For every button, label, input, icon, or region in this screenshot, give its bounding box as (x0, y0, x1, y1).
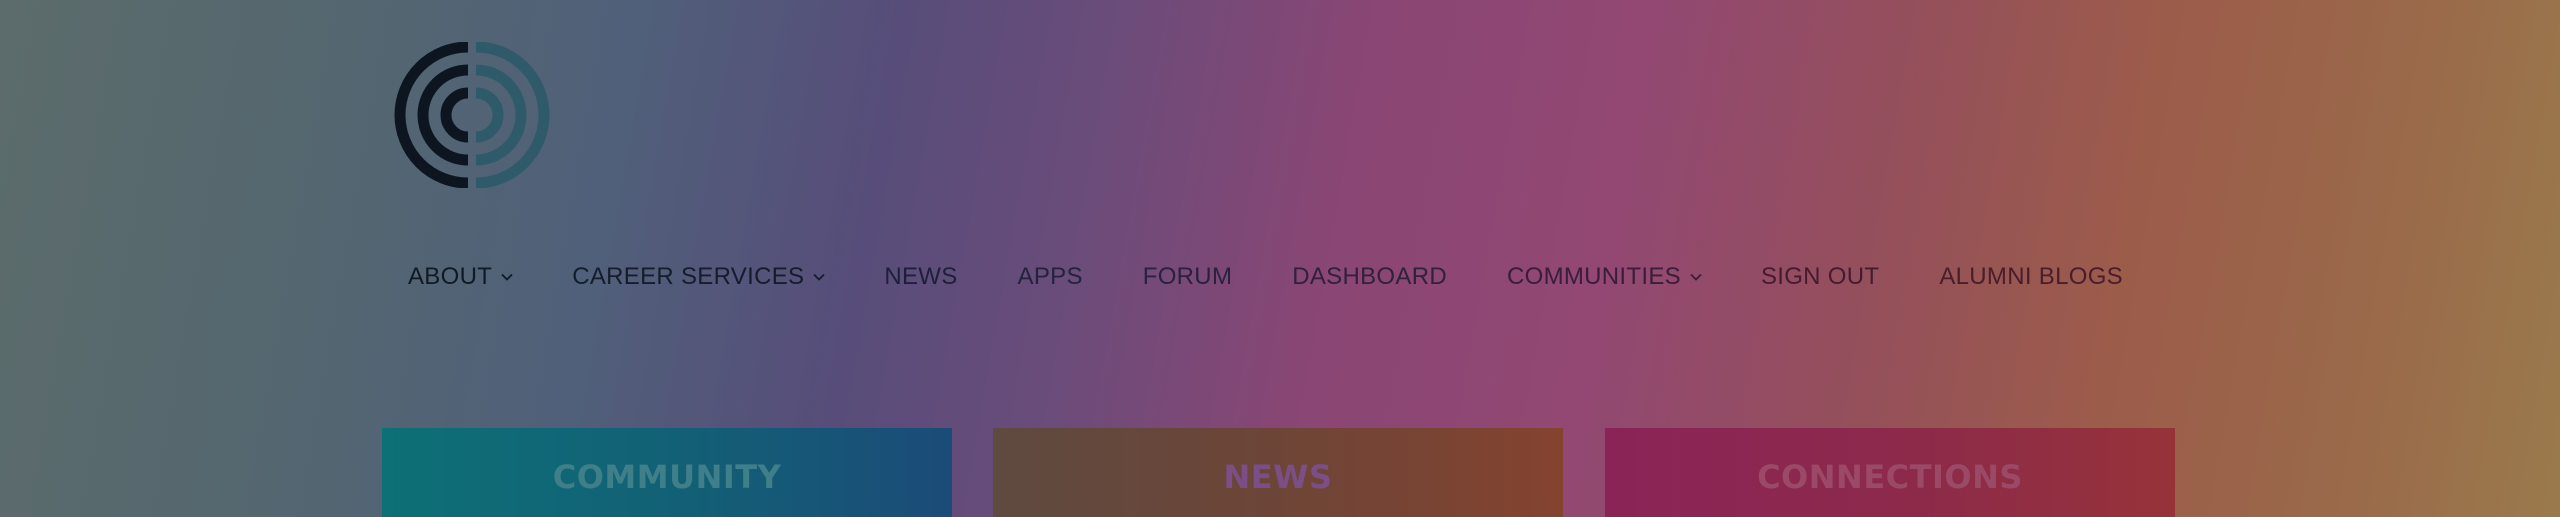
chevron-down-icon (500, 270, 514, 284)
nav-item-sign-out[interactable]: SIGN OUT (1761, 263, 1879, 291)
nav-item-apps[interactable]: APPS (1018, 263, 1083, 291)
nav-item-label: COMMUNITIES (1506, 263, 1681, 290)
nav-item-forum[interactable]: FORUM (1143, 263, 1232, 291)
chevron-down-icon (1689, 270, 1703, 284)
nav-item-alumni-blogs[interactable]: ALUMNI BLOGS (1939, 263, 2123, 291)
nav-item-communities[interactable]: COMMUNITIES (1507, 263, 1703, 291)
site-logo[interactable] (390, 41, 550, 189)
nav-item-label: FORUM (1142, 263, 1233, 290)
main-nav: ABOUT CAREER SERVICES NEWS APPS FORUM DA… (408, 262, 2123, 292)
nav-item-dashboard[interactable]: DASHBOARD (1292, 263, 1447, 291)
news-card[interactable]: NEWS (993, 428, 1563, 517)
nav-item-label: ALUMNI BLOGS (1939, 263, 2123, 290)
nav-item-about[interactable]: ABOUT (408, 263, 514, 291)
nav-item-label: APPS (1017, 263, 1083, 290)
chevron-down-icon (812, 270, 826, 284)
card-title: COMMUNITY (552, 458, 782, 496)
connections-card[interactable]: CONNECTIONS (1605, 428, 2175, 517)
concentric-arcs-logo-icon (394, 41, 550, 189)
nav-item-label: DASHBOARD (1292, 263, 1447, 290)
nav-item-news[interactable]: NEWS (884, 263, 957, 291)
nav-item-label: ABOUT (408, 263, 493, 290)
card-title: CONNECTIONS (1757, 458, 2023, 496)
community-card[interactable]: COMMUNITY (382, 428, 952, 517)
nav-item-label: SIGN OUT (1760, 263, 1880, 290)
nav-item-label: CAREER SERVICES (572, 263, 805, 290)
nav-item-career-services[interactable]: CAREER SERVICES (572, 263, 826, 291)
card-title: NEWS (1223, 458, 1333, 496)
page: ABOUT CAREER SERVICES NEWS APPS FORUM DA… (0, 0, 2560, 517)
nav-item-label: NEWS (884, 263, 958, 290)
